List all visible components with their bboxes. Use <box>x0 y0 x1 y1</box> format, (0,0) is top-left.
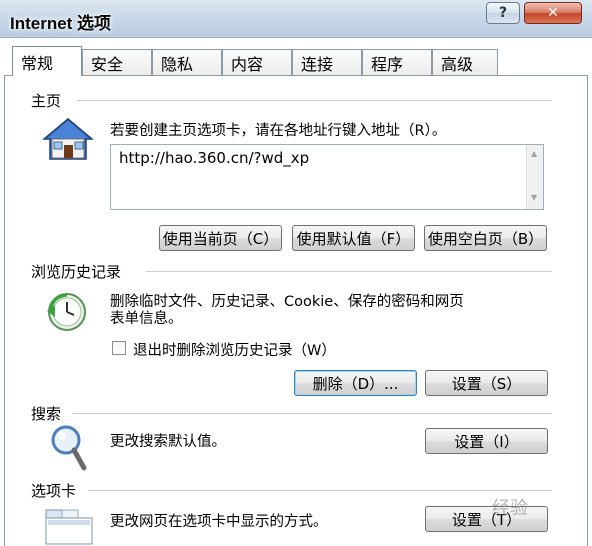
tab-content[interactable]: 内容 <box>222 49 292 75</box>
home-section-title: 主页 <box>31 90 68 111</box>
scroll-down-icon[interactable]: ▼ <box>531 193 537 202</box>
tabs-section-title: 选项卡 <box>31 480 83 501</box>
tabs-divider <box>88 490 552 491</box>
search-settings-button[interactable]: 设置（I） <box>425 428 548 454</box>
tab-privacy[interactable]: 隐私 <box>152 49 222 75</box>
history-description-line2: 表单信息。 <box>110 311 183 327</box>
tabbed-window-icon <box>44 508 94 546</box>
magnifier-icon <box>48 424 88 476</box>
home-divider <box>78 100 552 101</box>
delete-on-exit-checkbox[interactable] <box>112 341 126 355</box>
tab-programs[interactable]: 程序 <box>362 49 432 75</box>
tabs-settings-button[interactable]: 设置（T） <box>425 506 548 532</box>
url-scrollbar[interactable]: ▲ ▼ <box>526 145 543 209</box>
use-default-button[interactable]: 使用默认值（F） <box>292 225 415 251</box>
delete-history-button[interactable]: 删除（D）... <box>294 370 417 396</box>
history-divider <box>146 271 552 272</box>
search-description: 更改搜索默认值。 <box>110 434 226 450</box>
house-icon <box>41 117 95 165</box>
home-url-textarea[interactable]: http://hao.360.cn/?wd_xp ▲ ▼ <box>110 144 544 210</box>
search-divider <box>72 413 552 414</box>
delete-on-exit-label[interactable]: 退出时删除浏览历史记录（W） <box>133 339 336 360</box>
tabs-description: 更改网页在选项卡中显示的方式。 <box>110 514 328 530</box>
close-button[interactable]: ✕ <box>524 2 582 24</box>
home-url-value: http://hao.360.cn/?wd_xp <box>119 149 310 167</box>
tab-general[interactable]: 常规 <box>12 46 82 76</box>
search-section-title: 搜索 <box>31 403 68 424</box>
tab-connections[interactable]: 连接 <box>292 49 362 75</box>
history-settings-button[interactable]: 设置（S） <box>425 370 548 396</box>
use-current-button[interactable]: 使用当前页（C） <box>159 225 282 251</box>
title-bar: Internet 选项 ? ✕ <box>0 0 592 38</box>
home-description: 若要创建主页选项卡，请在各地址行键入地址（R）。 <box>110 123 447 139</box>
scroll-up-icon[interactable]: ▲ <box>531 149 537 158</box>
tab-security[interactable]: 安全 <box>82 49 152 75</box>
watermark: 经验 <box>492 498 528 519</box>
window-title: Internet 选项 <box>10 14 112 33</box>
tab-advanced[interactable]: 高级 <box>432 49 498 75</box>
help-button[interactable]: ? <box>486 2 520 24</box>
use-blank-button[interactable]: 使用空白页（B） <box>424 225 547 251</box>
clock-arrow-icon <box>43 291 93 337</box>
history-section-title: 浏览历史记录 <box>31 261 128 282</box>
